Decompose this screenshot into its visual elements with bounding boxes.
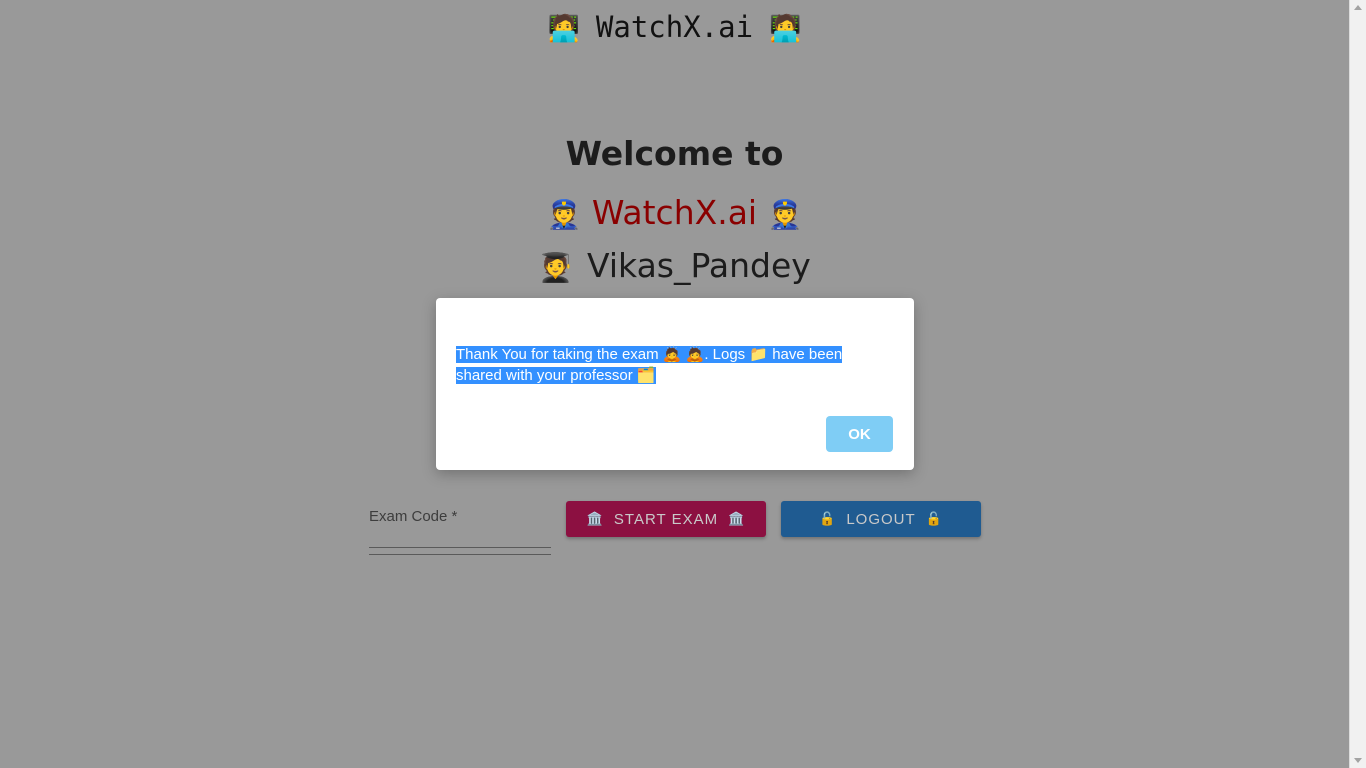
start-exam-label: START EXAM xyxy=(613,510,719,528)
start-exam-button[interactable]: 🏛️ START EXAM 🏛️ xyxy=(566,501,766,537)
exam-code-label: Exam Code * xyxy=(369,508,458,525)
dialog-message: Thank You for taking the exam 🙇 🙇. Logs … xyxy=(456,344,886,386)
logout-button[interactable]: 🔓 LOGOUT 🔓 xyxy=(781,501,981,537)
header-title-text: WatchX.ai xyxy=(595,10,754,44)
exam-code-field[interactable]: Exam Code * xyxy=(369,505,551,557)
brand-name: WatchX.ai xyxy=(591,193,758,232)
user-line: 🧑‍🎓 Vikas_Pandey xyxy=(0,246,1349,285)
classical-building-icon: 🏛️ xyxy=(586,511,604,526)
exam-code-underline xyxy=(369,547,551,548)
technologist-icon: 🧑‍💻 xyxy=(769,14,802,44)
police-officer-icon: 👮 xyxy=(767,198,803,231)
logout-label: LOGOUT xyxy=(846,510,916,528)
technologist-icon: 🧑‍💻 xyxy=(547,14,580,44)
dialog-message-line: shared with your professor 🗂️ xyxy=(456,367,656,384)
police-officer-icon: 👮 xyxy=(546,198,582,231)
ok-button[interactable]: OK xyxy=(826,416,893,452)
classical-building-icon: 🏛️ xyxy=(728,511,746,526)
student-icon: 🧑‍🎓 xyxy=(538,251,574,284)
scroll-down-arrow-icon[interactable] xyxy=(1354,758,1362,763)
thank-you-dialog: Thank You for taking the exam 🙇 🙇. Logs … xyxy=(436,298,914,470)
dialog-message-line: Thank You for taking the exam 🙇 🙇. Logs … xyxy=(456,346,843,363)
app-header-title: 🧑‍💻 WatchX.ai 🧑‍💻 xyxy=(0,10,1349,44)
unlocked-icon: 🔓 xyxy=(819,511,837,526)
brand-line: 👮 WatchX.ai 👮 xyxy=(0,193,1349,232)
vertical-scrollbar[interactable] xyxy=(1349,0,1366,768)
scroll-up-arrow-icon[interactable] xyxy=(1354,5,1362,10)
unlocked-icon: 🔓 xyxy=(925,511,943,526)
exam-code-underline xyxy=(369,554,551,555)
welcome-heading: Welcome to xyxy=(565,134,784,173)
username: Vikas_Pandey xyxy=(587,246,811,285)
